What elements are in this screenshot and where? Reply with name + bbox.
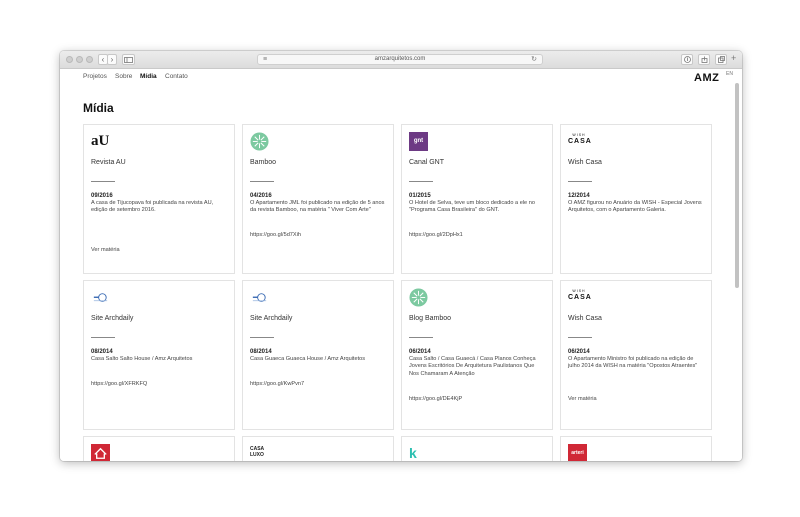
tabs-icon: [717, 56, 725, 63]
new-tab-button[interactable]: +: [731, 53, 736, 63]
zoom-window-button[interactable]: [86, 56, 93, 63]
nav-projetos[interactable]: Projetos: [83, 73, 107, 80]
media-card: Site Archdaily 08/2014 Casa Guaeca Guaec…: [242, 280, 394, 430]
downloads-button[interactable]: [681, 54, 693, 65]
card-title: Site Archdaily: [250, 315, 293, 322]
card-title: Bamboo: [250, 159, 277, 166]
card-description: O Apartamento Ministro foi publicado na …: [568, 356, 698, 370]
amz-logo[interactable]: AMZ: [694, 72, 719, 84]
card-title: Wish Casa: [568, 315, 602, 322]
divider: [91, 181, 115, 182]
divider: [568, 337, 592, 338]
card-link[interactable]: https://goo.gl/2DpHx1: [409, 232, 463, 238]
share-icon: [701, 56, 707, 63]
language-switch[interactable]: EN: [726, 71, 733, 77]
card-link[interactable]: https://goo.gl/5d7Xih: [250, 232, 301, 238]
divider: [250, 337, 274, 338]
address-bar[interactable]: ≡ amzarquitetos.com ↻: [257, 54, 543, 65]
divider: [409, 181, 433, 182]
media-card: Blog Bamboo 06/2014 Casa Salto / Casa Gu…: [401, 280, 553, 430]
title-bar: ‹ › ≡ amzarquitetos.com ↻ +: [60, 51, 742, 69]
download-icon: [683, 56, 691, 63]
archdaily-logo-icon: [93, 293, 108, 302]
tabs-button[interactable]: [715, 54, 727, 65]
card-description: Casa Salto / Casa Guaecá / Casa Planos C…: [409, 356, 536, 377]
media-card: k: [401, 436, 553, 461]
nav-contato[interactable]: Contato: [165, 73, 188, 80]
card-date: 06/2014: [409, 349, 431, 355]
wish-casa-logo: WISH CASA: [568, 133, 592, 145]
divider: [250, 181, 274, 182]
scrollbar[interactable]: [735, 83, 739, 288]
divider: [91, 337, 115, 338]
card-date: 09/2016: [91, 193, 113, 199]
card-link[interactable]: https://goo.gl/DE4KjP: [409, 396, 462, 402]
forward-button[interactable]: ›: [107, 54, 117, 65]
card-date: 06/2014: [568, 349, 590, 355]
card-link[interactable]: Ver matéria: [91, 247, 120, 253]
browser-window: ‹ › ≡ amzarquitetos.com ↻ + Projetos Sob…: [60, 51, 742, 461]
sidebar-icon: [124, 56, 133, 63]
card-description: O AMZ figurou no Anuário da WISH - Espec…: [568, 200, 702, 214]
media-card: CASA LUXO: [242, 436, 394, 461]
card-title: Canal GNT: [409, 159, 445, 166]
chevron-right-icon: ›: [110, 55, 114, 64]
card-title: Revista AU: [91, 159, 126, 166]
card-title: Wish Casa: [568, 159, 602, 166]
gnt-logo: gnt: [409, 132, 428, 151]
card-description: Casa Salto Salto House / Amz Arquitetos: [91, 356, 193, 362]
revista-au-logo: aU: [91, 133, 110, 149]
card-link[interactable]: https://goo.gl/KwPvn7: [250, 381, 304, 387]
media-card: WISH CASA Wish Casa 06/2014 O Apartamento…: [560, 280, 712, 430]
card-title: Blog Bamboo: [409, 315, 452, 322]
page-content: Projetos Sobre Mídia Contato AMZ EN Mídi…: [60, 69, 742, 461]
page-title: Mídia: [83, 101, 114, 115]
card-link[interactable]: Ver matéria: [568, 396, 597, 402]
card-description: A casa de Tijucopava foi publicada na re…: [91, 200, 214, 214]
card-date: 12/2014: [568, 193, 590, 199]
card-date: 01/2015: [409, 193, 431, 199]
divider: [568, 181, 592, 182]
nav-midia[interactable]: Mídia: [140, 73, 157, 80]
arteri-logo: arteri: [568, 444, 587, 461]
card-title: Site Archdaily: [91, 315, 134, 322]
media-card: gnt Canal GNT 01/2015 O Hotel de Selva, …: [401, 124, 553, 274]
media-card: [83, 436, 235, 461]
card-description: O Apartamento JML foi publicado na ediçã…: [250, 200, 385, 214]
card-description: O Hotel de Selva, teve um bloco dedicado…: [409, 200, 535, 214]
media-card: Bamboo 04/2016 O Apartamento JML foi pub…: [242, 124, 394, 274]
card-date: 08/2014: [250, 349, 272, 355]
media-card: WISH CASA Wish Casa 12/2014 O AMZ figurou…: [560, 124, 712, 274]
card-description: Casa Guaeca Guaeca House / Amz Arquiteto…: [250, 356, 366, 362]
media-card: aU Revista AU 09/2016 A casa de Tijucopa…: [83, 124, 235, 274]
house-logo-icon: [91, 444, 110, 461]
wish-casa-logo: WISH CASA: [568, 289, 592, 301]
chevron-left-icon: ‹: [101, 55, 105, 64]
archdaily-logo-icon: [252, 293, 267, 302]
close-window-button[interactable]: [66, 56, 73, 63]
bamboo-logo-icon: [409, 288, 428, 307]
minimize-window-button[interactable]: [76, 56, 83, 63]
media-card: arteri: [560, 436, 712, 461]
card-date: 04/2016: [250, 193, 272, 199]
casa-luxo-logo: CASA LUXO: [250, 446, 265, 458]
sidebar-button[interactable]: [122, 54, 135, 65]
card-link[interactable]: https://goo.gl/XFRKFQ: [91, 381, 147, 387]
share-button[interactable]: [698, 54, 710, 65]
reload-icon[interactable]: ↻: [531, 55, 537, 64]
k-logo: k: [409, 445, 417, 461]
nav-sobre[interactable]: Sobre: [115, 73, 132, 80]
url-text: amzarquitetos.com: [374, 56, 426, 62]
bamboo-logo-icon: [250, 132, 269, 151]
media-card: Site Archdaily 08/2014 Casa Salto Salto …: [83, 280, 235, 430]
divider: [409, 337, 433, 338]
card-date: 08/2014: [91, 349, 113, 355]
